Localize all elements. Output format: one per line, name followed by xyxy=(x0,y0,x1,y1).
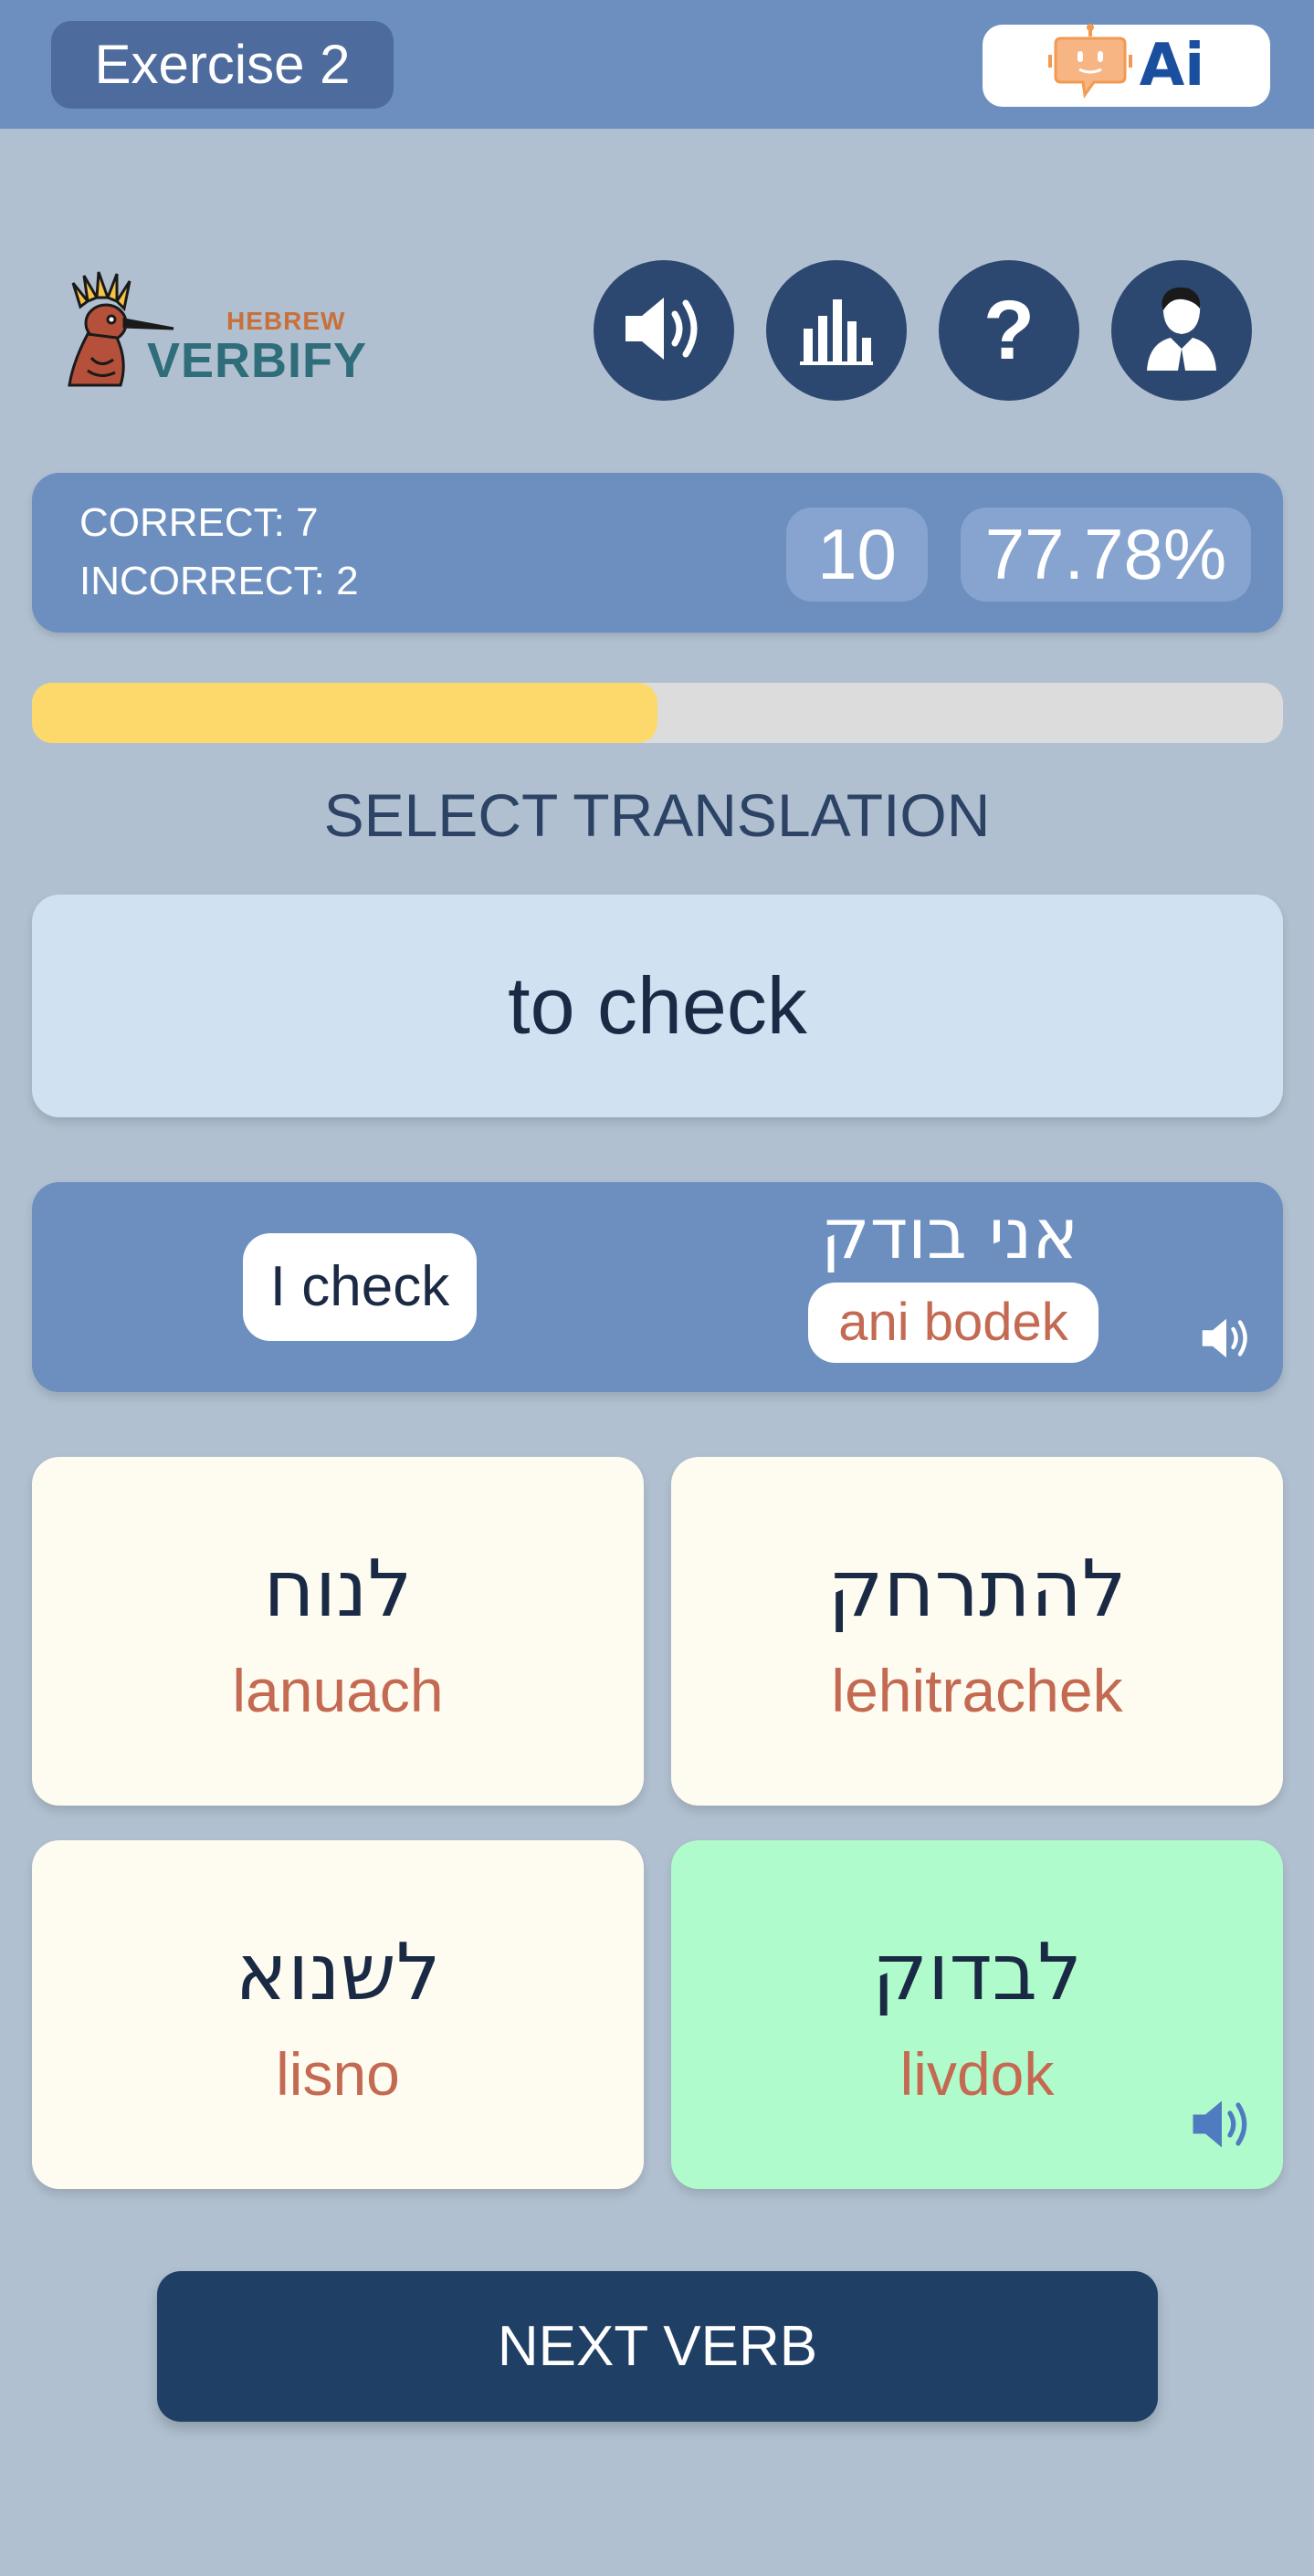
speaker-icon xyxy=(620,292,708,370)
user-profile-icon xyxy=(1143,285,1220,377)
example-audio-button[interactable] xyxy=(1199,1314,1254,1367)
option-hebrew: להתרחק xyxy=(827,1544,1127,1635)
option-hebrew: לבדוק xyxy=(872,1927,1082,2018)
progress-fill xyxy=(32,683,657,743)
example-transliteration: ani bodek xyxy=(808,1283,1099,1363)
app-logo: HEBREW VERBIFY xyxy=(60,270,366,393)
total-count-badge: 10 xyxy=(786,508,928,602)
robot-chat-icon xyxy=(1047,22,1132,110)
answer-option[interactable]: לשנוא lisno xyxy=(32,1840,644,2189)
example-phrase-panel: I check אני בודק ani bodek xyxy=(32,1182,1283,1392)
sound-toggle-button[interactable] xyxy=(594,260,734,401)
statistics-button[interactable] xyxy=(766,260,907,401)
option-audio-button[interactable] xyxy=(1189,2096,1255,2157)
option-hebrew: לשנוא xyxy=(235,1927,441,2018)
option-transliteration: lisno xyxy=(276,2040,400,2108)
answer-option[interactable]: להתרחק lehitrachek xyxy=(671,1457,1283,1806)
score-panel: CORRECT: 7 INCORRECT: 2 10 77.78% xyxy=(32,473,1283,633)
incorrect-count: INCORRECT: 2 xyxy=(79,559,359,603)
ai-assistant-button[interactable]: Ai xyxy=(983,22,1270,110)
accuracy-badge: 77.78% xyxy=(961,508,1251,602)
help-button[interactable]: ? xyxy=(939,260,1079,401)
option-transliteration: lanuach xyxy=(232,1657,444,1724)
profile-button[interactable] xyxy=(1111,260,1252,401)
speaker-icon xyxy=(1189,2100,1255,2156)
ai-label: Ai xyxy=(1139,32,1205,99)
option-transliteration: lehitrachek xyxy=(831,1657,1123,1724)
logo-large-text: VERBIFY xyxy=(147,333,368,388)
english-example: I check xyxy=(243,1233,477,1341)
option-hebrew: לנוח xyxy=(263,1544,413,1635)
help-icon: ? xyxy=(983,284,1035,377)
top-bar: Exercise 2 Ai xyxy=(0,0,1314,129)
bar-chart-icon xyxy=(798,290,875,372)
answer-option[interactable]: לנוח lanuach xyxy=(32,1457,644,1806)
exercise-title: Exercise 2 xyxy=(51,21,394,109)
next-verb-button[interactable]: NEXT VERB xyxy=(157,2271,1158,2422)
speaker-icon xyxy=(1199,1318,1254,1366)
correct-count: CORRECT: 7 xyxy=(79,500,319,545)
progress-bar xyxy=(32,683,1283,743)
english-verb-card: to check xyxy=(32,895,1283,1117)
instruction-heading: SELECT TRANSLATION xyxy=(323,781,991,849)
answer-option-correct[interactable]: לבדוק livdok xyxy=(671,1840,1283,2189)
hebrew-example: אני בודק xyxy=(820,1193,1079,1274)
